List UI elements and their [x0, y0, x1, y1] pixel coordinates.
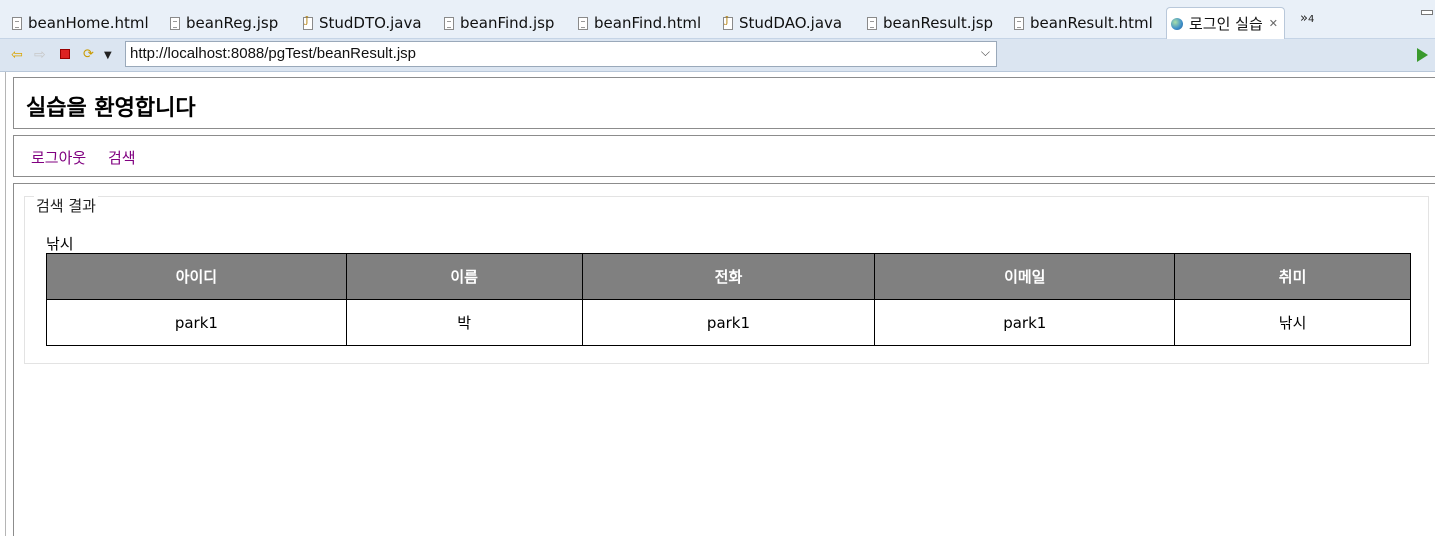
tab-label: beanResult.jsp — [883, 14, 994, 32]
java-file-icon — [303, 16, 313, 30]
content-section: 검색 결과 낚시 아이디 이름 전화 이메일 취미 park1 박 park1 … — [13, 183, 1435, 536]
forward-arrow-icon[interactable]: ⇨ — [34, 47, 46, 63]
column-header-hobby: 취미 — [1174, 253, 1411, 300]
back-arrow-icon[interactable]: ⇦ — [11, 47, 23, 63]
search-link[interactable]: 검색 — [108, 147, 136, 168]
cell-name: 박 — [345, 299, 583, 346]
file-icon — [867, 16, 877, 30]
hobby-text: 낚시 — [46, 235, 74, 253]
file-icon — [1014, 16, 1024, 30]
column-header-name: 이름 — [345, 253, 583, 300]
file-icon — [170, 16, 180, 30]
tab-beanresult-html[interactable]: beanResult.html — [1014, 8, 1153, 38]
go-icon[interactable] — [1417, 48, 1428, 62]
tab-label: StudDAO.java — [739, 14, 843, 32]
column-header-phone: 전화 — [581, 253, 876, 300]
close-icon[interactable]: ✕ — [1269, 17, 1278, 30]
logout-link[interactable]: 로그아웃 — [31, 147, 86, 168]
more-tabs-button[interactable]: »4 — [1300, 11, 1314, 26]
file-icon — [578, 16, 588, 30]
tab-beanfind-html[interactable]: beanFind.html — [578, 8, 701, 38]
tab-studdto-java[interactable]: StudDTO.java — [303, 8, 422, 38]
url-input[interactable]: http://localhost:8088/pgTest/beanResult.… — [125, 41, 997, 67]
table-header-row: 아이디 이름 전화 이메일 취미 — [46, 253, 1411, 300]
tab-beanreg-jsp[interactable]: beanReg.jsp — [170, 8, 278, 38]
tab-label: 로그인 실습 — [1189, 15, 1263, 33]
globe-icon — [1171, 17, 1183, 30]
tab-studdao-java[interactable]: StudDAO.java — [723, 8, 842, 38]
tab-beanresult-jsp[interactable]: beanResult.jsp — [867, 8, 993, 38]
java-file-icon — [723, 16, 733, 30]
file-icon — [444, 16, 454, 30]
cell-hobby: 낚시 — [1174, 299, 1411, 346]
table-row: park1 박 park1 park1 낚시 — [46, 299, 1411, 346]
cell-email: park1 — [874, 299, 1176, 346]
tab-label: beanFind.jsp — [460, 14, 555, 32]
file-icon — [12, 16, 22, 30]
chevron-down-icon[interactable]: ⌵ — [981, 45, 990, 60]
header-section: 실습을 환영합니다 — [13, 77, 1435, 129]
url-text: http://localhost:8088/pgTest/beanResult.… — [130, 45, 417, 62]
stop-icon[interactable] — [60, 49, 70, 59]
tab-label: beanReg.jsp — [186, 14, 279, 32]
cell-phone: park1 — [581, 299, 876, 346]
hidden-tab-count: 4 — [1307, 14, 1315, 25]
tab-beanhome-html[interactable]: beanHome.html — [12, 8, 149, 38]
tab-label: beanHome.html — [28, 14, 149, 32]
left-border — [5, 72, 6, 536]
minimize-icon[interactable] — [1421, 10, 1433, 15]
tab-login-practice[interactable]: 로그인 실습 ✕ — [1166, 7, 1285, 39]
tab-beanfind-jsp[interactable]: beanFind.jsp — [444, 8, 554, 38]
refresh-icon[interactable]: ⟳ — [83, 47, 94, 62]
menu-section: 로그아웃 검색 — [13, 135, 1435, 177]
cell-id: park1 — [46, 299, 347, 346]
tab-label: beanFind.html — [594, 14, 702, 32]
editor-tab-bar: beanHome.html beanReg.jsp StudDTO.java b… — [0, 0, 1435, 39]
chevron-double-right-icon: » — [1300, 11, 1308, 26]
tab-label: StudDTO.java — [319, 14, 422, 32]
column-header-id: 아이디 — [46, 253, 347, 300]
results-table: 아이디 이름 전화 이메일 취미 park1 박 park1 park1 낚시 — [46, 253, 1411, 346]
search-results-legend: 검색 결과 — [34, 195, 98, 216]
tab-label: beanResult.html — [1030, 14, 1153, 32]
page-title: 실습을 환영합니다 — [26, 96, 196, 121]
history-dropdown-icon[interactable]: ▼ — [104, 50, 112, 61]
column-header-email: 이메일 — [874, 253, 1176, 300]
browser-toolbar: ⇦ ⇨ ⟳ ▼ http://localhost:8088/pgTest/bea… — [0, 39, 1435, 72]
